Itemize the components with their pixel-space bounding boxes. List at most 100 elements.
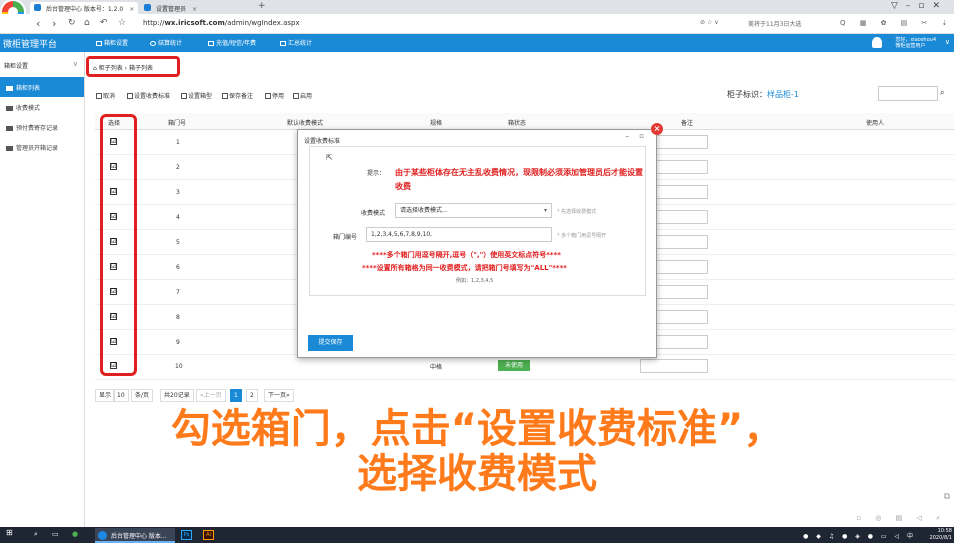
taskbar-browser-app[interactable]: 后台管理中心 版本...: [95, 528, 175, 543]
nav-item-cabinet-settings[interactable]: 箱柜设置: [96, 38, 128, 47]
system-tray-icons[interactable]: ● ◆ ♫ ● ◈ ● ▭ ◁ 中: [803, 531, 916, 540]
bookmark-star-icon[interactable]: ☆: [118, 18, 126, 28]
disable-button[interactable]: 停用: [265, 91, 284, 100]
url-field[interactable]: http://wx.iricsoft.com/admin/wgIndex.asp…: [143, 19, 300, 27]
column-header: 规格: [430, 120, 443, 127]
window-controls[interactable]: ▽–▫✕: [891, 1, 948, 11]
feedback-icon[interactable]: ⧉: [944, 492, 950, 502]
user-avatar-icon[interactable]: [872, 37, 882, 48]
addr-actions-icon[interactable]: ⊘ ☆ ∨: [700, 19, 719, 26]
forward-icon[interactable]: ›: [52, 17, 56, 30]
column-header: 默认收费模式: [287, 120, 324, 127]
example-text: 例如：1,2,3,4,5: [456, 278, 494, 284]
browser-tab[interactable]: 设置管理员 ×: [140, 2, 248, 14]
table-icon: [6, 106, 13, 111]
cancel-icon: [96, 93, 102, 99]
sidebar-item-admin-open-records[interactable]: 管理员开箱记录: [0, 137, 84, 157]
set-fee-standard-button[interactable]: 设置收费标准: [127, 91, 170, 100]
photoshop-icon[interactable]: Ps: [181, 530, 192, 540]
next-page-button[interactable]: 下一页»: [264, 389, 294, 402]
door-number: 4: [176, 214, 180, 221]
highlight-box-breadcrumb: [86, 56, 180, 77]
column-header: 箱状态: [508, 120, 527, 127]
door-numbers-hint: * 多个箱门用逗号隔开: [557, 233, 607, 239]
tab-close-icon[interactable]: ×: [192, 6, 197, 13]
fee-mode-label: 收费模式: [361, 210, 386, 217]
prev-page-button[interactable]: «上一页: [196, 389, 226, 402]
dialog-close-icon[interactable]: ×: [651, 123, 663, 135]
browser-tab-active[interactable]: 后台管理中心 版本号：1.2.0 ×: [30, 2, 138, 14]
fee-mode-select[interactable]: 请选择收费模式... ▾: [395, 203, 552, 218]
enable-button[interactable]: 启用: [293, 91, 312, 100]
dialog-window-controls[interactable]: – ▫: [626, 132, 648, 140]
box-icon: [181, 93, 187, 99]
chevron-down-icon: ∨: [72, 60, 78, 68]
fee-icon: [127, 93, 133, 99]
caption-line-1: 勾选箱门，点击“设置收费标准”，: [170, 405, 785, 453]
illustrator-icon[interactable]: Ai: [203, 530, 214, 540]
door-number: 5: [176, 239, 180, 246]
browser-tab-bar: 后台管理中心 版本号：1.2.0 × 设置管理员 × + ▽–▫✕: [0, 0, 954, 14]
column-header: 使用人: [866, 120, 885, 127]
undo-icon[interactable]: ↶: [100, 18, 108, 28]
highlight-box-checkboxes: [100, 114, 137, 376]
sidebar-item-fee-mode[interactable]: 收费模式: [0, 97, 84, 117]
dropdown-arrow-icon: ▾: [543, 207, 547, 214]
windows-start-icon[interactable]: ⊞: [6, 528, 13, 537]
door-numbers-input[interactable]: 1,2,3,4,5,6,7,8,9,10,: [366, 227, 552, 242]
caption-line-2: 选择收费模式: [356, 450, 598, 498]
pagination-show-label: 显示: [95, 389, 116, 402]
nav-item-summary[interactable]: 汇总统计: [280, 38, 312, 47]
door-number: 3: [176, 189, 180, 196]
door-numbers-label: 箱门编号: [333, 234, 358, 241]
system-clock[interactable]: 10:58 2020/8/1: [930, 528, 952, 542]
tip-label: 提示：: [367, 170, 386, 177]
door-number: 7: [176, 289, 180, 296]
toolbar-extension-icons[interactable]: Q ▦ ✿ ▤ ✂ ⇣ ≡: [840, 19, 954, 27]
box-spec: 中格: [430, 364, 443, 371]
save-remark-button[interactable]: 保存备注: [222, 91, 253, 100]
mouse-cursor-icon: ⇱: [326, 153, 333, 162]
set-box-type-button[interactable]: 设置箱型: [181, 91, 212, 100]
user-menu-chevron-icon[interactable]: ∨: [945, 38, 950, 46]
nav-item-recharge[interactable]: 充值/短信/年费: [208, 38, 256, 47]
cabinet-identifier: 柜子标识：样品柜-1: [727, 90, 799, 99]
cancel-button[interactable]: 取消: [96, 91, 115, 100]
door-number: 6: [176, 264, 180, 271]
sidebar-item-prepaid-records[interactable]: 预付费寄存记录: [0, 117, 84, 137]
task-view-icon[interactable]: ▭: [52, 530, 59, 538]
user-info[interactable]: 您好，xiaoshou4 微柜运营用户: [895, 37, 936, 49]
nav-item-settlement[interactable]: 结算统计: [150, 38, 182, 47]
remark-input[interactable]: [640, 359, 708, 373]
status-bar-icons[interactable]: ▫ ◎ ▤ ◁ ⌕: [856, 514, 946, 523]
tip-text: 由于某些柜体存在无主乱收费情况，现限制必须添加管理员后才能设置收费: [395, 168, 643, 191]
door-number: 10: [175, 363, 183, 370]
all-note: ****设置所有箱格为同一收费模式，请把箱门号填写为"ALL"****: [362, 264, 567, 272]
column-header: 箱门号: [168, 120, 187, 127]
news-search-hint[interactable]: 美将于11月3日大选: [748, 19, 801, 28]
submit-save-button[interactable]: 提交保存: [308, 335, 353, 351]
sidebar-header[interactable]: 箱柜设置 ∨: [0, 58, 84, 72]
fee-mode-hint: * 先选择收费模式: [557, 209, 597, 215]
tab-favicon-icon: [34, 4, 41, 11]
new-tab-button[interactable]: +: [258, 1, 266, 11]
wechat-icon[interactable]: ●: [72, 530, 78, 538]
back-icon[interactable]: ‹: [36, 17, 40, 30]
card-icon: [208, 41, 214, 46]
search-input[interactable]: [878, 86, 938, 101]
tab-label: 后台管理中心 版本号：1.2.0: [46, 6, 124, 13]
enable-icon: [293, 93, 299, 99]
home-icon[interactable]: ⌂: [84, 18, 90, 28]
search-icon[interactable]: ⌕: [34, 530, 38, 539]
gear-icon: [150, 41, 156, 46]
tab-close-icon[interactable]: ×: [129, 6, 134, 13]
save-icon: [222, 93, 228, 99]
page-2-button[interactable]: 2: [246, 389, 258, 402]
search-icon[interactable]: ⌕: [940, 88, 944, 98]
sidebar-item-cabinet-list[interactable]: 箱柜列表: [0, 77, 84, 97]
total-records: 共20记录: [160, 389, 194, 402]
page-1-button[interactable]: 1: [230, 389, 242, 402]
page-size-select[interactable]: 10: [113, 389, 129, 402]
reload-icon[interactable]: ↻: [68, 18, 76, 28]
status-badge: 未使用: [498, 360, 530, 371]
